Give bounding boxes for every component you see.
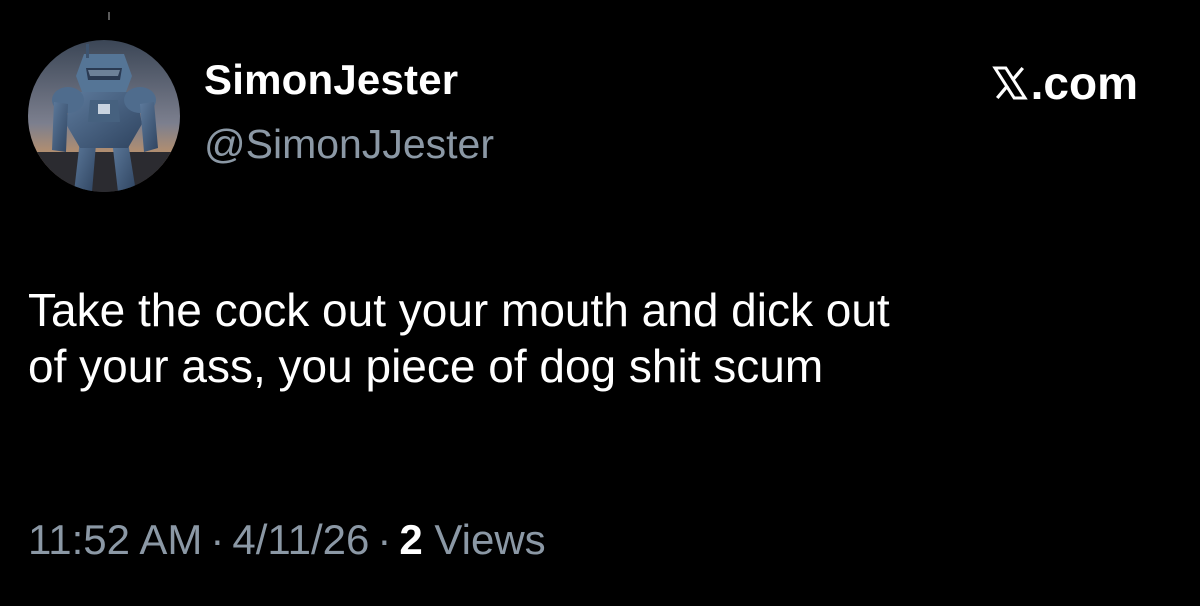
views-count[interactable]: 2 <box>399 516 422 563</box>
tweet-meta: 11:52 AM · 4/11/26 · 2 Views <box>28 516 546 564</box>
tweet-text-line: of your ass, you piece of dog shit scum <box>28 340 824 392</box>
tweet-text-line: Take the cock out your mouth and dick ou… <box>28 284 890 336</box>
tweet-text: Take the cock out your mouth and dick ou… <box>28 282 1168 394</box>
scroll-indicator <box>108 12 110 20</box>
avatar[interactable] <box>28 40 180 192</box>
source-label: .com <box>991 56 1138 110</box>
user-handle[interactable]: @SimonJJester <box>204 121 494 168</box>
meta-separator: · <box>210 516 225 563</box>
views-label[interactable]: Views <box>434 516 545 563</box>
meta-separator: · <box>377 516 392 563</box>
tweet-card: SimonJester @SimonJJester .com Take the … <box>0 0 1200 606</box>
source-domain: .com <box>1030 57 1138 109</box>
tweet-time[interactable]: 11:52 AM <box>28 516 202 563</box>
armored-soldier-avatar-icon <box>28 40 180 192</box>
tweet-date[interactable]: 4/11/26 <box>232 516 369 563</box>
display-name[interactable]: SimonJester <box>204 56 458 104</box>
x-logo-icon <box>991 66 1028 100</box>
